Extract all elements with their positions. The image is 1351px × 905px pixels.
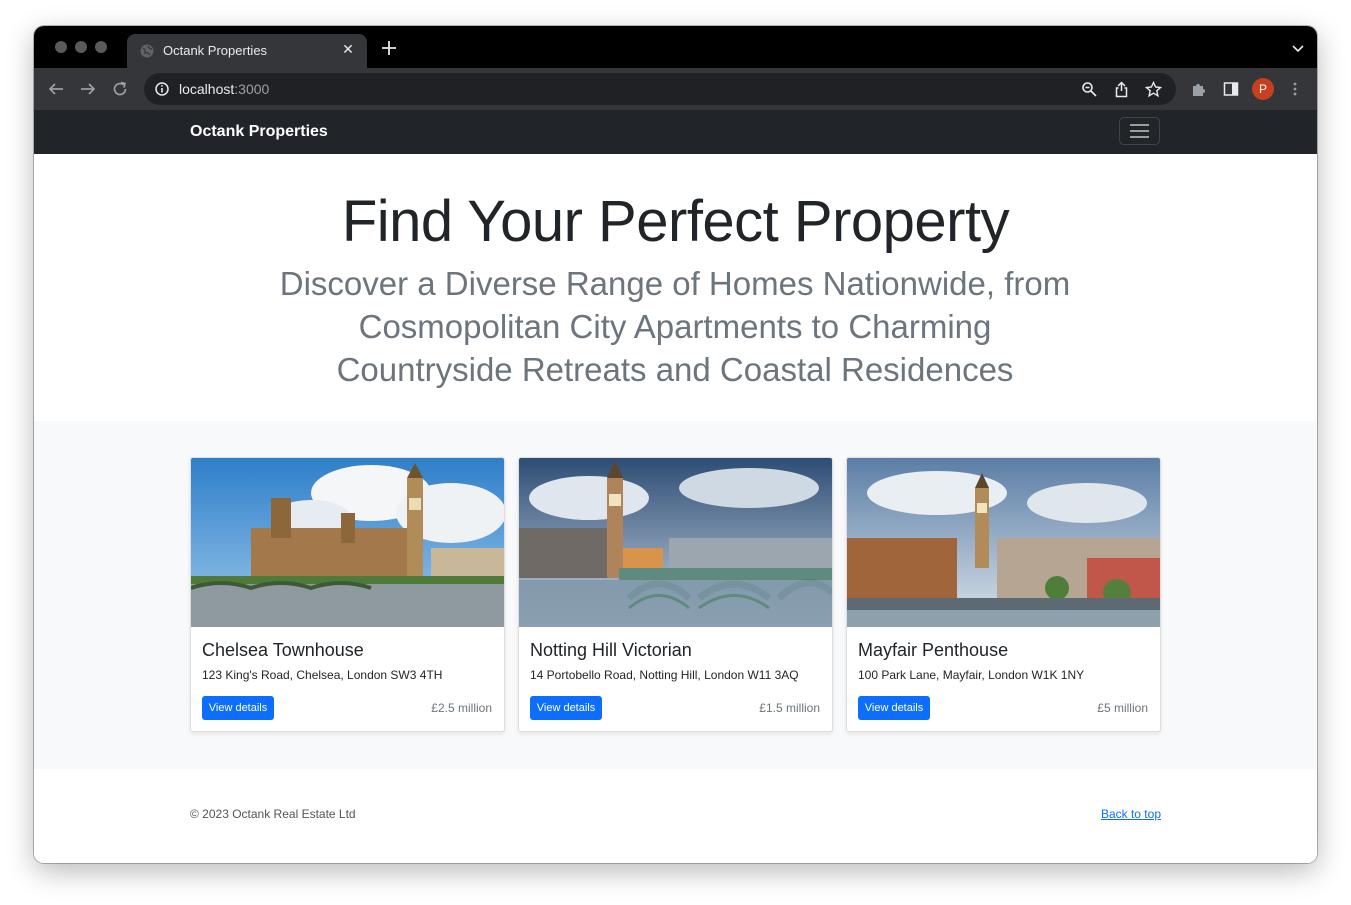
share-icon[interactable] [1113,81,1130,98]
property-card: Notting Hill Victorian 14 Portobello Roa… [518,457,833,732]
maximize-window-button[interactable] [95,41,107,53]
hamburger-icon-line [1130,136,1149,138]
view-details-button[interactable]: View details [202,696,274,720]
back-arrow-icon[interactable] [47,80,65,98]
card-address: 14 Portobello Road, Notting Hill, London… [530,668,799,682]
close-window-button[interactable] [55,41,67,53]
browser-toolbar: localhost:3000 P [34,68,1317,111]
browser-tab[interactable]: Octank Properties ✕ [127,34,367,68]
url-text: localhost:3000 [179,81,269,97]
more-menu-icon[interactable] [1287,81,1303,97]
property-card: Mayfair Penthouse 100 Park Lane, Mayfair… [846,457,1161,732]
hero-subtitle: Discover a Diverse Range of Homes Nation… [279,265,1071,388]
site-info-icon[interactable] [152,79,172,99]
profile-avatar[interactable]: P [1252,78,1274,100]
globe-icon [140,44,154,58]
address-bar[interactable]: localhost:3000 [144,73,1176,105]
view-details-button[interactable]: View details [530,696,602,720]
property-card: Chelsea Townhouse 123 King's Road, Chels… [190,457,505,732]
new-tab-icon[interactable] [378,37,400,59]
hero-title: Find Your Perfect Property [341,189,1010,254]
hamburger-icon-line [1130,124,1149,126]
site-navbar: Octank Properties [34,110,1317,154]
browser-window: Octank Properties ✕ localhost:3000 P Oct… [34,26,1317,863]
navbar-toggle-button[interactable] [1119,117,1160,145]
card-price: £2.5 million [431,701,492,715]
navbar-brand[interactable]: Octank Properties [190,123,328,141]
card-title: Notting Hill Victorian [530,640,692,660]
url-host: localhost [179,81,235,97]
site-footer: © 2023 Octank Real Estate Ltd Back to to… [34,769,1317,863]
card-title: Chelsea Townhouse [202,640,364,660]
tab-close-icon[interactable]: ✕ [339,40,357,58]
back-to-top-link[interactable]: Back to top [1101,807,1161,821]
zoom-icon[interactable] [1081,81,1098,98]
hamburger-icon-line [1130,130,1149,132]
bookmark-star-icon[interactable] [1145,81,1162,98]
reload-icon[interactable] [111,80,129,98]
card-title: Mayfair Penthouse [858,640,1009,660]
minimize-window-button[interactable] [75,41,87,53]
side-panel-icon[interactable] [1223,81,1239,97]
view-details-button[interactable]: View details [858,696,930,720]
card-address: 100 Park Lane, Mayfair, London W1K 1NY [858,668,1085,682]
chevron-down-icon[interactable] [1291,41,1305,55]
tab-strip: Octank Properties ✕ [34,26,1317,68]
card-address: 123 King's Road, Chelsea, London SW3 4TH [202,668,443,682]
forward-arrow-icon[interactable] [79,80,97,98]
page-content: Octank Properties Find Your Perfect Prop… [34,110,1317,863]
property-image [191,458,504,627]
url-port: :3000 [234,81,270,97]
card-price: £1.5 million [759,701,820,715]
card-price: £5 million [1097,701,1148,715]
copyright-text: © 2023 Octank Real Estate Ltd [190,807,356,821]
tab-title: Octank Properties [163,43,268,58]
extensions-icon[interactable] [1190,81,1206,97]
property-image [519,458,832,627]
listings-section: Chelsea Townhouse 123 King's Road, Chels… [34,421,1317,769]
property-image [847,458,1160,627]
